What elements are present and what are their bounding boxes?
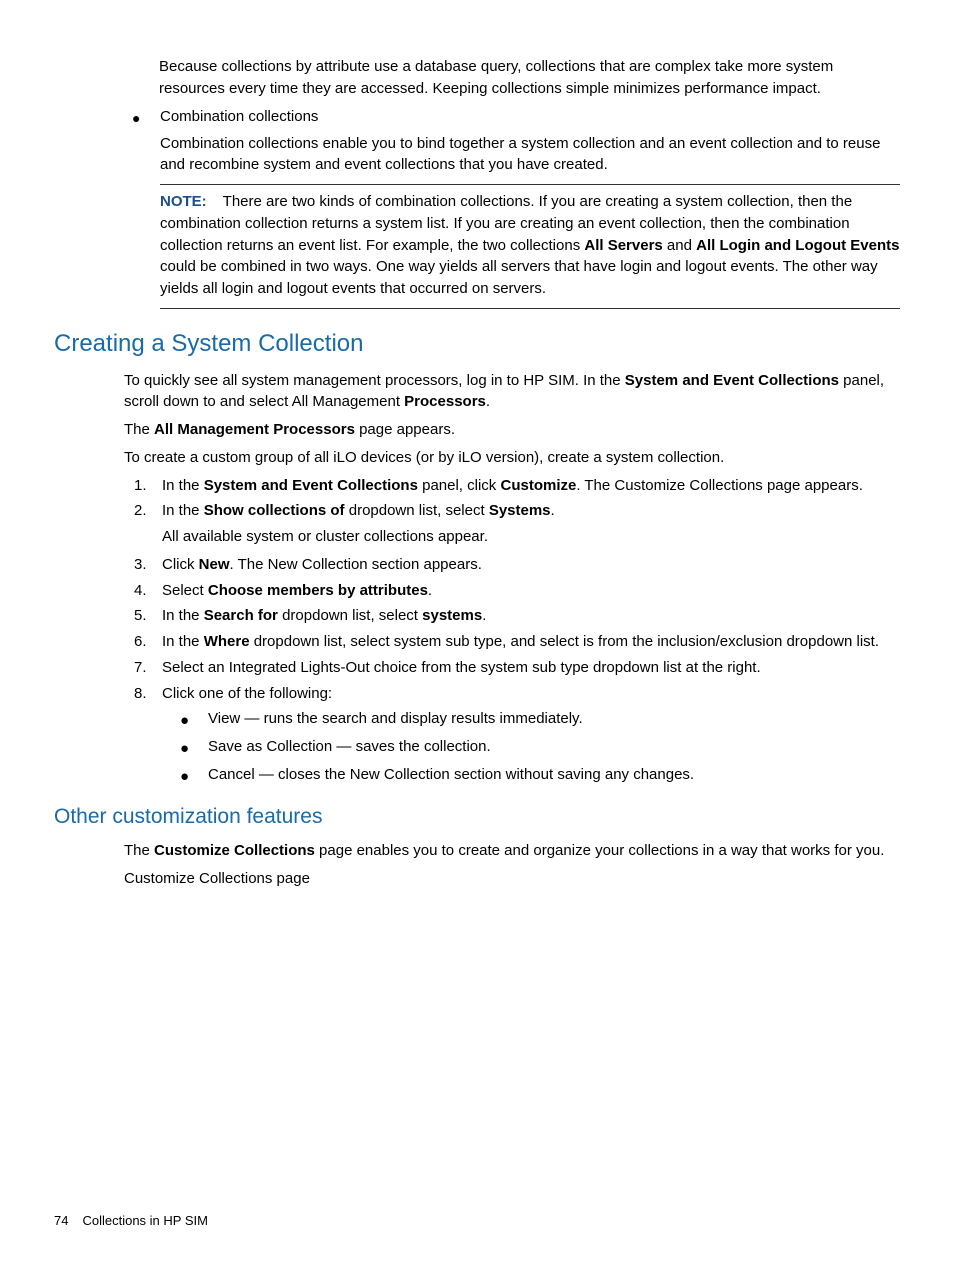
step-5: 5. In the Search for dropdown list, sele… (134, 605, 900, 627)
page-footer: 74 Collections in HP SIM (54, 1212, 208, 1231)
combination-description: Combination collections enable you to bi… (160, 133, 900, 177)
heading-creating-system-collection: Creating a System Collection (54, 327, 900, 362)
sec1-para-1: To quickly see all system management pro… (124, 370, 900, 414)
step-2: 2. In the Show collections of dropdown l… (134, 500, 900, 522)
note-text-3: could be combined in two ways. One way y… (160, 258, 878, 297)
bullet-icon: ● (132, 106, 160, 129)
heading-other-customization: Other customization features (54, 802, 900, 832)
bullet-label: Combination collections (160, 106, 900, 128)
note-label: NOTE: (160, 193, 207, 210)
page-number: 74 (54, 1213, 68, 1228)
bullet-icon: ● (180, 764, 208, 788)
bullet-icon: ● (180, 736, 208, 760)
sec2-para-2: Customize Collections page (124, 868, 900, 890)
footer-title: Collections in HP SIM (82, 1213, 207, 1228)
note-bold-1: All Servers (584, 237, 662, 254)
step-1: 1. In the System and Event Collections p… (134, 475, 900, 497)
intro-para-1: Because collections by attribute use a d… (159, 56, 900, 100)
step-8-sub-view: ● View — runs the search and display res… (180, 708, 900, 732)
step-8-sub-save: ● Save as Collection — saves the collect… (180, 736, 900, 760)
step-6: 6. In the Where dropdown list, select sy… (134, 631, 900, 653)
step-8-sub-cancel: ● Cancel — closes the New Collection sec… (180, 764, 900, 788)
step-3: 3. Click New. The New Collection section… (134, 554, 900, 576)
note-text-2: and (663, 237, 696, 254)
step-4: 4. Select Choose members by attributes. (134, 580, 900, 602)
bullet-icon: ● (180, 708, 208, 732)
step-2-sub: All available system or cluster collecti… (162, 526, 900, 548)
step-7: 7. Select an Integrated Lights-Out choic… (134, 657, 900, 679)
sec1-para-3: To create a custom group of all iLO devi… (124, 447, 900, 469)
combination-bullet: ● Combination collections (132, 106, 900, 129)
sec1-para-2: The All Management Processors page appea… (124, 419, 900, 441)
step-8: 8. Click one of the following: (134, 683, 900, 705)
note-bold-2: All Login and Logout Events (696, 237, 899, 254)
note-box: NOTE:There are two kinds of combination … (160, 184, 900, 309)
sec2-para-1: The Customize Collections page enables y… (124, 840, 900, 862)
